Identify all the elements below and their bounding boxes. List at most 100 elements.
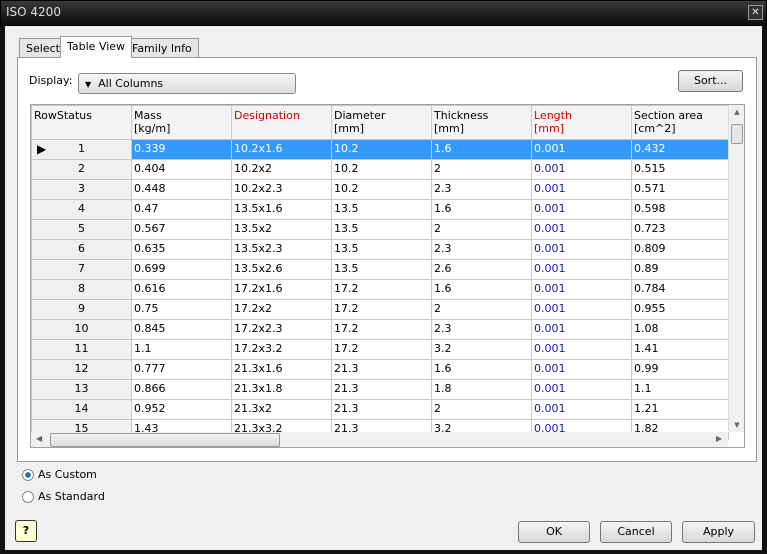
- scroll-right-icon[interactable]: ▶: [716, 434, 722, 443]
- table-cell[interactable]: 0.404: [131, 159, 232, 180]
- table-cell[interactable]: 21.3x1.8: [231, 379, 332, 400]
- apply-button[interactable]: Apply: [682, 521, 755, 543]
- table-row[interactable]: 3 0.448 10.2x2.3 10.2 2.3 0.001 0.571: [31, 179, 729, 200]
- table-cell[interactable]: 1.41: [631, 339, 729, 360]
- table-cell[interactable]: 10.2x1.6: [231, 139, 332, 160]
- table-cell[interactable]: 0.723: [631, 219, 729, 240]
- table-cell[interactable]: 0.809: [631, 239, 729, 260]
- table-cell[interactable]: 3.2: [431, 339, 532, 360]
- as-standard-radio[interactable]: [22, 491, 34, 503]
- table-cell[interactable]: 0.952: [131, 399, 232, 420]
- table-row[interactable]: 5 0.567 13.5x2 13.5 2 0.001 0.723: [31, 219, 729, 240]
- row-status-cell[interactable]: 13: [31, 379, 132, 400]
- table-row[interactable]: 1 ▶ 0.339 10.2x1.6 10.2 1.6 0.001 0.432: [31, 139, 729, 160]
- tab-table-view[interactable]: Table View: [60, 36, 133, 58]
- table-cell[interactable]: 0.515: [631, 159, 729, 180]
- row-status-cell[interactable]: 6: [31, 239, 132, 260]
- table-cell[interactable]: 0.99: [631, 359, 729, 380]
- row-status-cell[interactable]: 14: [31, 399, 132, 420]
- table-cell[interactable]: 10.2x2: [231, 159, 332, 180]
- table-cell[interactable]: 0.571: [631, 179, 729, 200]
- table-cell[interactable]: 0.001: [531, 359, 632, 380]
- table-cell[interactable]: 17.2x2: [231, 299, 332, 320]
- table-cell[interactable]: 0.001: [531, 399, 632, 420]
- table-cell[interactable]: 0.866: [131, 379, 232, 400]
- table-cell[interactable]: 10.2: [331, 159, 432, 180]
- table-cell[interactable]: 13.5: [331, 219, 432, 240]
- table-cell[interactable]: 2.3: [431, 179, 532, 200]
- table-cell[interactable]: 2.3: [431, 239, 532, 260]
- vertical-scroll-thumb[interactable]: [731, 124, 743, 144]
- table-row[interactable]: 13 0.866 21.3x1.8 21.3 1.8 0.001 1.1: [31, 379, 729, 400]
- row-status-cell[interactable]: 4: [31, 199, 132, 220]
- row-status-cell[interactable]: 2: [31, 159, 132, 180]
- table-cell[interactable]: 13.5: [331, 259, 432, 280]
- cancel-button[interactable]: Cancel: [600, 521, 672, 543]
- sort-button[interactable]: Sort...: [678, 70, 743, 92]
- table-cell[interactable]: 0.598: [631, 199, 729, 220]
- table-cell[interactable]: 1.1: [631, 379, 729, 400]
- table-cell[interactable]: 1.6: [431, 199, 532, 220]
- vertical-scrollbar[interactable]: ▲ ▼: [728, 105, 744, 432]
- table-row[interactable]: 7 0.699 13.5x2.6 13.5 2.6 0.001 0.89: [31, 259, 729, 280]
- table-cell[interactable]: 17.2x2.3: [231, 319, 332, 340]
- data-grid[interactable]: RowStatus Mass [kg/m] Designation Diameter [m…: [30, 104, 745, 448]
- table-cell[interactable]: 0.001: [531, 319, 632, 340]
- table-cell[interactable]: 0.001: [531, 239, 632, 260]
- table-cell[interactable]: 21.3: [331, 379, 432, 400]
- column-header-length[interactable]: Length [mm]: [531, 105, 632, 140]
- table-cell[interactable]: 21.3: [331, 399, 432, 420]
- table-cell[interactable]: 2.3: [431, 319, 532, 340]
- table-cell[interactable]: 0.699: [131, 259, 232, 280]
- row-status-cell[interactable]: 5: [31, 219, 132, 240]
- table-cell[interactable]: 1.6: [431, 359, 532, 380]
- table-cell[interactable]: 0.75: [131, 299, 232, 320]
- scroll-left-icon[interactable]: ◀: [36, 434, 42, 443]
- table-cell[interactable]: 0.001: [531, 139, 632, 160]
- column-header-rowstatus[interactable]: RowStatus: [31, 105, 132, 140]
- horizontal-scrollbar[interactable]: ◀ ▶: [31, 432, 728, 447]
- column-header-designation[interactable]: Designation: [231, 105, 332, 140]
- table-cell[interactable]: 0.784: [631, 279, 729, 300]
- table-row[interactable]: 10 0.845 17.2x2.3 17.2 2.3 0.001 1.08: [31, 319, 729, 340]
- close-icon[interactable]: ✕: [748, 5, 763, 20]
- table-cell[interactable]: 0.47: [131, 199, 232, 220]
- table-cell[interactable]: 10.2x2.3: [231, 179, 332, 200]
- table-cell[interactable]: 1.21: [631, 399, 729, 420]
- table-cell[interactable]: 0.567: [131, 219, 232, 240]
- table-cell[interactable]: 0.001: [531, 199, 632, 220]
- row-status-cell[interactable]: 1 ▶: [31, 139, 132, 160]
- table-cell[interactable]: 13.5: [331, 239, 432, 260]
- ok-button[interactable]: OK: [518, 521, 590, 543]
- table-cell[interactable]: 10.2: [331, 139, 432, 160]
- table-cell[interactable]: 1.1: [131, 339, 232, 360]
- table-cell[interactable]: 0.001: [531, 159, 632, 180]
- table-cell[interactable]: 21.3x1.6: [231, 359, 332, 380]
- table-row[interactable]: 9 0.75 17.2x2 17.2 2 0.001 0.955: [31, 299, 729, 320]
- table-cell[interactable]: 2: [431, 399, 532, 420]
- table-cell[interactable]: 17.2x1.6: [231, 279, 332, 300]
- row-status-cell[interactable]: 10: [31, 319, 132, 340]
- table-cell[interactable]: 21.3: [331, 359, 432, 380]
- table-cell[interactable]: 0.448: [131, 179, 232, 200]
- column-header-thickness[interactable]: Thickness [mm]: [431, 105, 532, 140]
- table-row[interactable]: 11 1.1 17.2x3.2 17.2 3.2 0.001 1.41: [31, 339, 729, 360]
- table-cell[interactable]: 0.845: [131, 319, 232, 340]
- row-status-cell[interactable]: 8: [31, 279, 132, 300]
- table-cell[interactable]: 17.2: [331, 299, 432, 320]
- table-cell[interactable]: 1.6: [431, 279, 532, 300]
- table-cell[interactable]: 0.777: [131, 359, 232, 380]
- table-row[interactable]: 4 0.47 13.5x1.6 13.5 1.6 0.001 0.598: [31, 199, 729, 220]
- table-cell[interactable]: 1.6: [431, 139, 532, 160]
- table-row[interactable]: 12 0.777 21.3x1.6 21.3 1.6 0.001 0.99: [31, 359, 729, 380]
- column-header-diameter[interactable]: Diameter [mm]: [331, 105, 432, 140]
- row-status-cell[interactable]: 3: [31, 179, 132, 200]
- table-cell[interactable]: 21.3x2: [231, 399, 332, 420]
- table-cell[interactable]: 17.2: [331, 279, 432, 300]
- table-cell[interactable]: 17.2x3.2: [231, 339, 332, 360]
- scroll-down-icon[interactable]: ▼: [729, 421, 744, 429]
- tab-family-info[interactable]: Family Info: [125, 38, 199, 58]
- column-header-mass[interactable]: Mass [kg/m]: [131, 105, 232, 140]
- table-cell[interactable]: 17.2: [331, 339, 432, 360]
- table-cell[interactable]: 0.001: [531, 179, 632, 200]
